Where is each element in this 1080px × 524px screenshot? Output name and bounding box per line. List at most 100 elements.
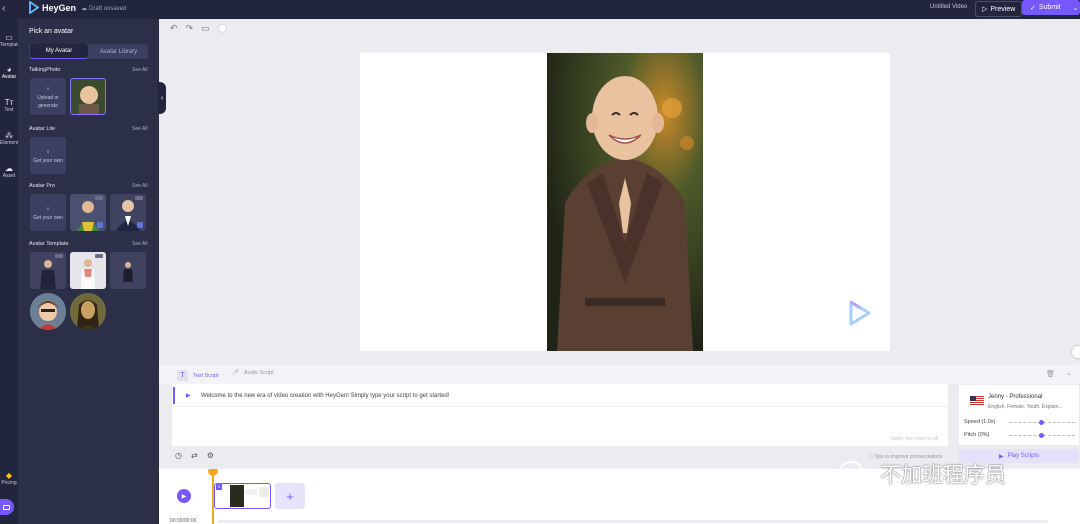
talkingphoto-avatar-child[interactable] [70,78,106,115]
undo-icon[interactable]: ↶ [170,23,178,34]
submit-button[interactable]: ✓ Submit ⌄ [1022,0,1080,15]
tab-audio-script[interactable]: 🎤︎ Audio Script [232,370,274,376]
timeline-scrollbar[interactable] [218,520,1048,523]
clip-number: 1 [216,484,222,490]
collapse-panel-button[interactable]: ‹ [158,82,166,114]
timeline-play-button[interactable]: ▶ [177,489,191,503]
upload-or-generate-card[interactable]: ⍤ Upload or generate [30,78,66,115]
selected-check-icon [137,222,143,228]
upload-label-line1: Upload or [37,94,59,101]
speed-slider-knob[interactable] [1039,420,1044,425]
submit-label: Submit [1038,4,1061,11]
heygen-watermark-icon [849,300,871,326]
pitch-slider-knob[interactable] [1039,433,1044,438]
get-your-own-lite-card[interactable]: ⍤ Get your own [30,137,66,174]
chevron-down-icon[interactable]: ⌄ [1066,369,1072,377]
wechat-logo-icon [839,461,872,486]
clock-icon[interactable]: ◷ [175,451,182,460]
timeline-clip[interactable]: 1 ⋯ [214,483,271,509]
script-editor[interactable]: ▶ Welcome to the new era of video creati… [172,384,948,446]
tab-audio-script-label: Audio Script [243,370,274,376]
template-avatar-woman[interactable] [70,252,106,289]
preview-button[interactable]: ▷ Preview [975,1,1023,17]
preview-label: Preview [990,5,1016,13]
person-icon: ⍤ [45,203,51,213]
diamond-icon: ◆ [5,471,13,480]
template-badge [95,254,103,258]
nav-avatar[interactable]: ◕ Avatar [0,65,18,80]
nav-text[interactable]: Tт Text [0,98,18,113]
see-all-talkingphoto[interactable]: See All [132,67,148,73]
avatar-pro-woman[interactable] [70,194,106,231]
play-line-icon[interactable]: ▶ [186,392,191,399]
tab-text-script-label: Text Script [193,372,219,379]
tab-text-script[interactable]: T Text Script [177,370,219,381]
script-tools: ◷ ⇄ ⚙ [175,451,214,460]
clip-thumbnail [230,485,244,507]
settings-icon[interactable]: ⚙ [207,451,214,460]
small-man-thumbnail [110,252,146,289]
left-icon-bar: ▭ Template ◕ Avatar Tт Text ⁂ Element ☁ Asset… [0,19,20,524]
avatar-pro-man[interactable] [110,194,146,231]
see-all-avatar-pro[interactable]: See All [132,183,148,189]
play-icon: ▶ [181,493,187,500]
nav-pricing[interactable]: ◆ Pricing [0,471,18,486]
nav-asset[interactable]: ☁ Asset [0,164,18,179]
script-tabs: T Text Script 🎤︎ Audio Script 🗑︎ ⌄ [159,365,1080,384]
template-avatar-man-small[interactable] [110,252,146,289]
avatar-photo-child-monk[interactable] [547,53,703,351]
person-icon: ⍤ [45,83,51,93]
back-arrow-icon[interactable]: ‹ [2,3,5,14]
see-all-avatar-lite[interactable]: See All [132,126,148,132]
template-avatar-cartoon[interactable] [30,293,66,330]
text-icon: Tт [4,98,14,107]
heygen-logo[interactable]: HeyGen [29,1,76,14]
nav-element[interactable]: ⁂ Element [0,131,18,146]
avatar-tabs: My Avatar Avatar Library [29,44,148,59]
section-avatar-template: Avatar Template [29,241,69,247]
child-monk-image [547,53,703,351]
nav-template[interactable]: ▭ Template [0,33,20,48]
template-avatar-mona-lisa[interactable] [70,293,106,330]
template-icon: ▭ [5,33,13,42]
tab-my-avatar[interactable]: My Avatar [30,44,88,59]
clip-duration-chip [245,489,257,495]
draft-status: ☁ Draft unsaved [81,5,126,13]
get-own-label: Get your own [33,214,63,221]
section-talkingphoto: TalkingPhoto [29,67,61,73]
nav-pricing-label: Pricing [1,480,17,486]
cartoon-face-thumbnail [30,293,66,330]
translate-icon[interactable]: ⇄ [191,451,198,460]
selected-check-icon [97,222,103,228]
monitor-icon[interactable]: ▭ [201,23,210,34]
nav-element-label: Element [0,140,19,146]
nav-asset-label: Asset [2,173,16,179]
add-scene-button[interactable]: + [275,483,305,509]
avatar-icon: ◕ [6,65,12,74]
trash-icon[interactable]: 🗑︎ [1046,370,1055,378]
right-panel-toggle[interactable] [1072,346,1080,358]
redo-icon[interactable]: ↷ [186,23,194,34]
background-color-icon[interactable] [217,24,227,33]
us-flag-icon [970,396,984,405]
section-avatar-pro: Avatar Pro [29,183,55,189]
more-icon[interactable]: ⋯ [259,487,269,497]
apply-voice-all-link[interactable]: Apply this voice to all [891,436,938,442]
chevron-down-icon[interactable]: ⌄ [1073,4,1079,12]
template-avatar-man[interactable] [30,252,66,289]
divider [172,406,948,407]
voice-name[interactable]: Jenny - Professional [988,394,1042,400]
playhead[interactable] [212,471,214,524]
see-all-avatar-template[interactable]: See All [132,241,148,247]
script-text[interactable]: Welcome to the new era of video creation… [201,393,449,399]
tab-avatar-library[interactable]: Avatar Library [89,44,148,59]
brand-name: HeyGen [42,2,77,13]
chevron-left-icon: ‹ [160,94,164,102]
active-line-indicator [173,387,175,404]
plus-icon: + [286,488,294,504]
cloud-off-icon: ☁ [81,6,87,12]
video-title[interactable]: Untitled Video [930,4,967,10]
voice-panel: Jenny - Professional English, Female, Yo… [959,385,1079,445]
get-your-own-pro-card[interactable]: ⍤ Get your own [30,194,66,231]
upload-cloud-icon: ☁ [5,164,13,173]
